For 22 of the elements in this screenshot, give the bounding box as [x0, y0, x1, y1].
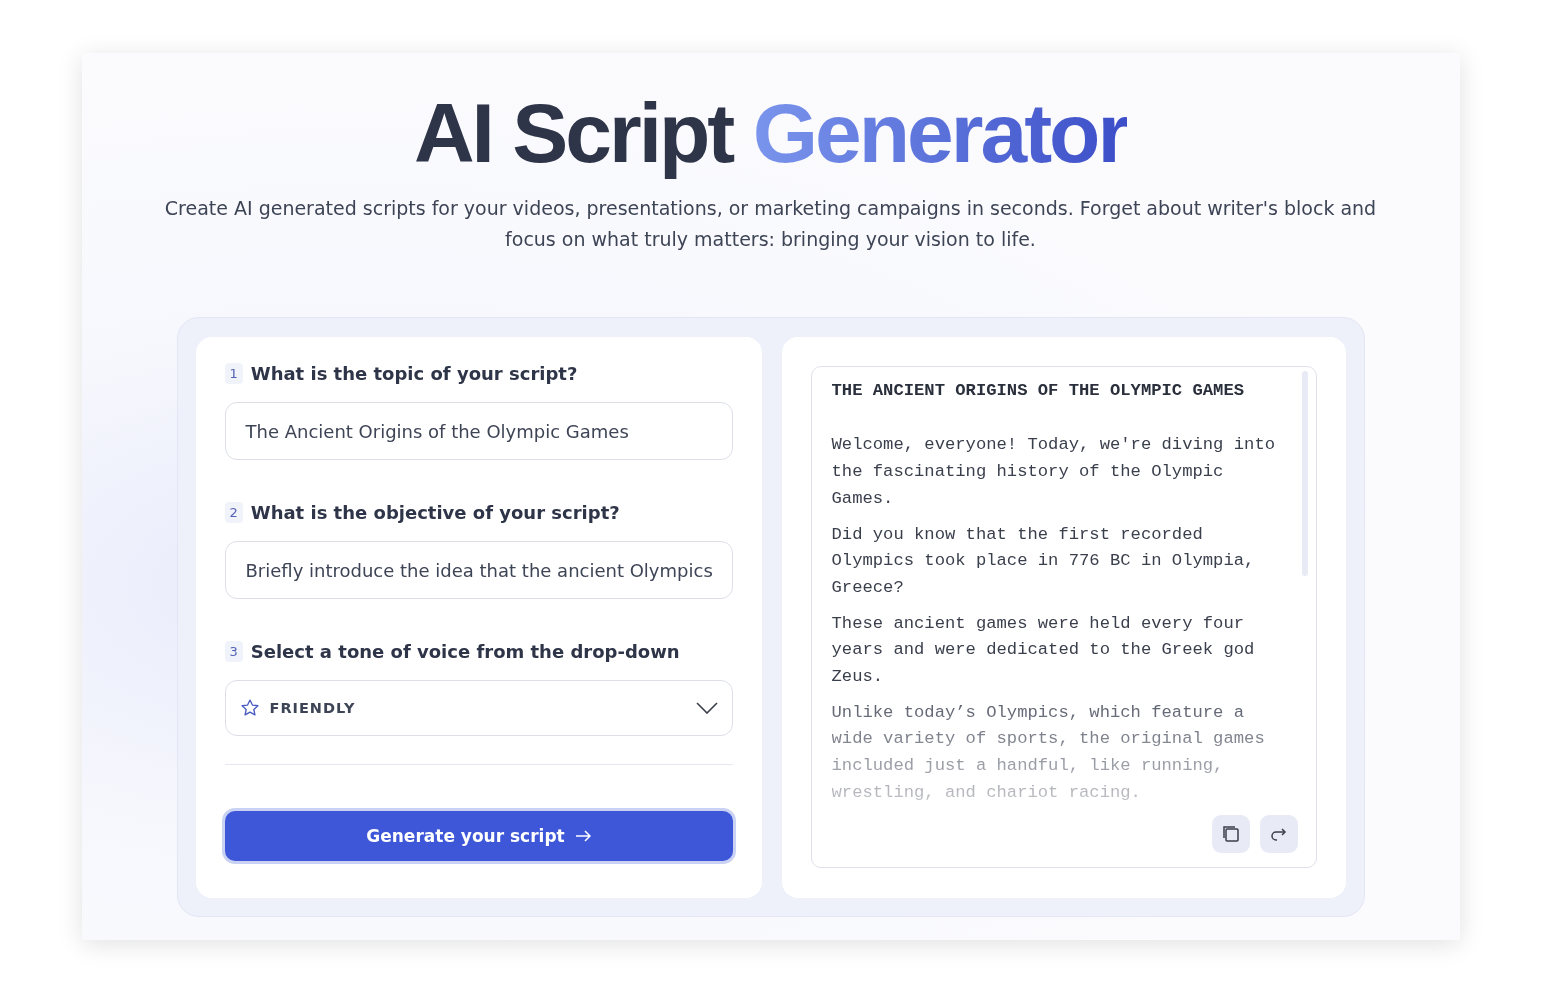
- step-number: 3: [224, 641, 243, 663]
- text-field[interactable]: Briefly introduce the idea that the ancient Olympics: [224, 541, 733, 600]
- chevron-down-icon: [695, 702, 718, 715]
- text-field[interactable]: The Ancient Origins of the Olympic Games: [224, 402, 733, 461]
- share-button[interactable]: [1259, 815, 1298, 854]
- arrow-right-icon: [574, 830, 591, 843]
- tone-dropdown[interactable]: FRIENDLY: [224, 680, 733, 737]
- step-question: What is the topic of your script?: [250, 363, 578, 385]
- script-paragraph: Welcome, everyone! Today, we're diving into the fascinating history of the Olympic Games.: [831, 434, 1276, 510]
- script-heading: THE ANCIENT ORIGINS OF THE OLYMPIC GAMES: [831, 381, 1246, 401]
- script-paragraph: Unlike today’s Olympics, which feature a wide variety of sports, the original games included just a handful, like running, wrestling, and chariot racing.: [831, 701, 1266, 804]
- step-number: 1: [224, 363, 243, 385]
- share-icon: [1268, 826, 1289, 843]
- step-question: Select a tone of voice from the drop-down: [250, 641, 680, 663]
- step-question: What is the objective of your script?: [250, 502, 620, 524]
- script-paragraph: These ancient games were held every four years and were dedicated to the Greek god Zeus.: [831, 612, 1256, 688]
- page-subtitle: Create AI generated scripts for your videos, presentations, or marketing campaigns in seconds. Forget about writer's block and focus on what truly matters: bringing your vision to life.: [163, 196, 1378, 253]
- generate-button[interactable]: Generate your script: [224, 811, 733, 862]
- step-number: 2: [224, 502, 243, 524]
- copy-icon: [1220, 824, 1241, 845]
- script-paragraph: Did you know that the first recorded Olympics took place in 776 BC in Olympia, Greece?: [831, 523, 1256, 599]
- copy-button[interactable]: [1211, 815, 1250, 854]
